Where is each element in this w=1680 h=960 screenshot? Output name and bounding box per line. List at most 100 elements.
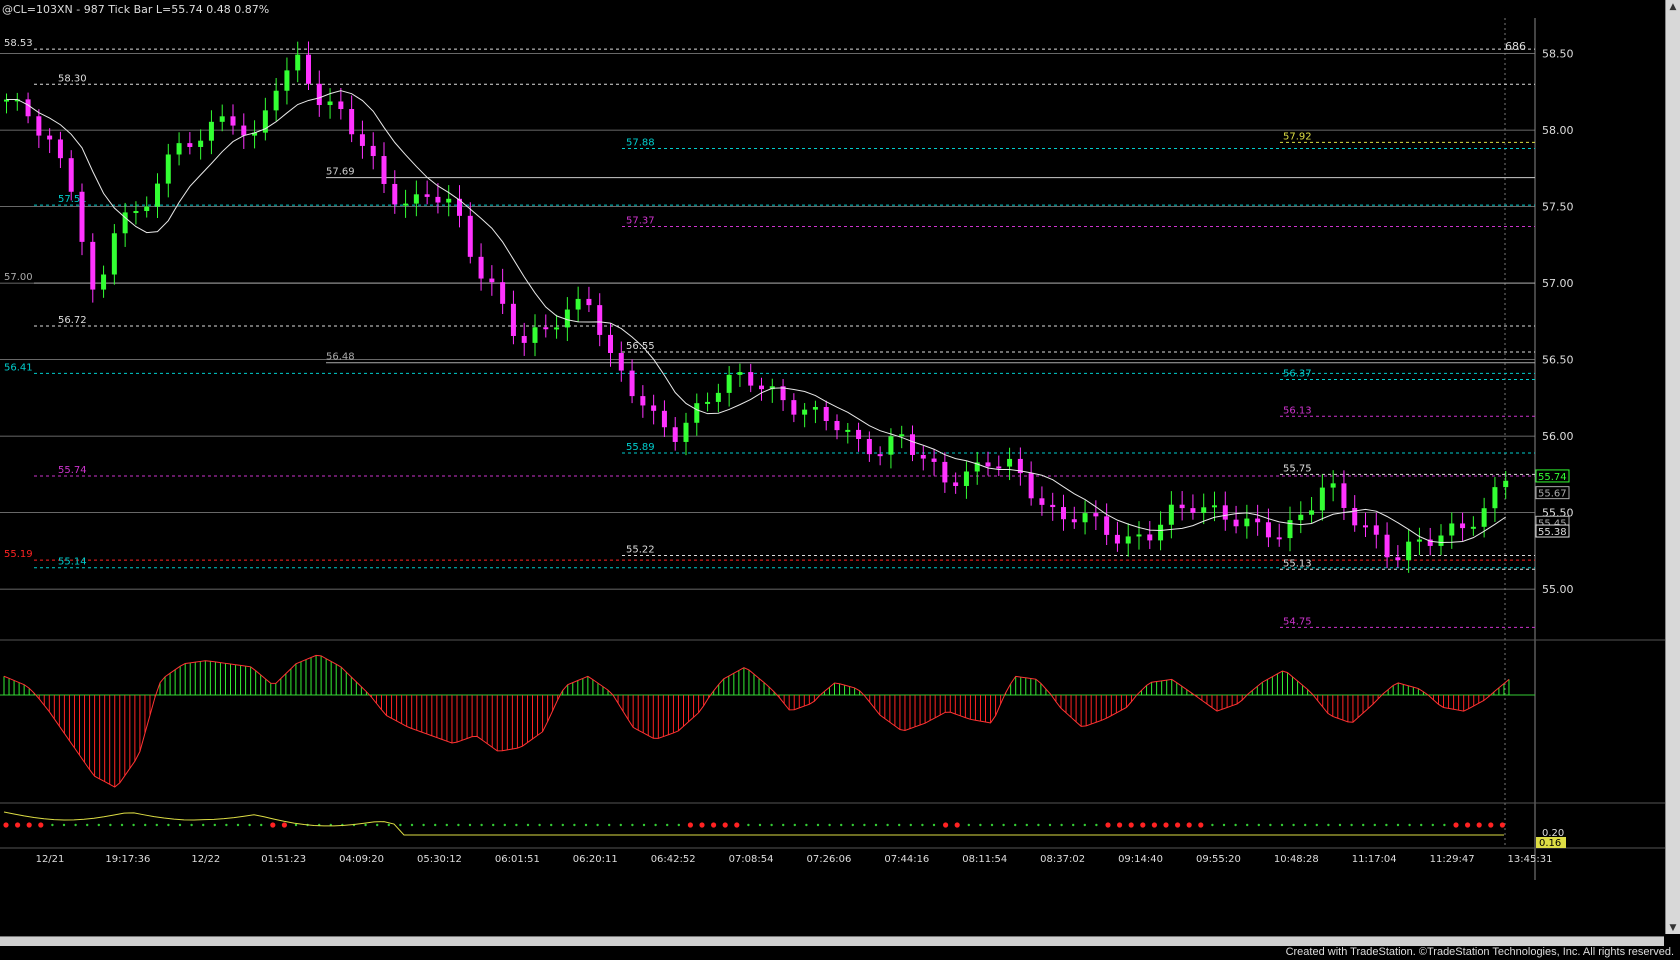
candle-up <box>1007 458 1013 467</box>
candle-down <box>543 327 549 330</box>
horizontal-scrollbar[interactable] <box>0 936 1664 946</box>
candle-up <box>1492 487 1498 509</box>
candle-up <box>1449 523 1455 536</box>
signal-dot <box>734 822 740 828</box>
candle-down <box>424 194 430 197</box>
candle-down <box>1395 557 1401 561</box>
signal-dot <box>1025 823 1029 827</box>
candle-up <box>101 274 107 290</box>
signal-dot <box>132 823 135 827</box>
signal-dot <box>642 823 646 827</box>
signal-dot <box>51 823 54 827</box>
candle-up <box>899 434 905 437</box>
x-tick-label: 04:09:20 <box>339 854 384 865</box>
level-label: 57.69 <box>326 167 355 178</box>
scroll-down-icon[interactable]: ▼ <box>1668 923 1678 933</box>
candle-down <box>349 109 355 135</box>
candle-down <box>996 466 1002 469</box>
signal-dot <box>260 823 263 827</box>
candle-down <box>629 370 635 397</box>
y-tick-label: 56.50 <box>1542 354 1574 367</box>
x-tick-label: 13:45:31 <box>1508 854 1553 865</box>
signal-dot <box>687 822 694 828</box>
candle-down <box>392 183 398 205</box>
x-tick-label: 12/21 <box>36 854 65 865</box>
candle-down <box>1179 504 1185 509</box>
level-label: 55.13 <box>1283 558 1312 569</box>
signal-dot <box>1362 823 1365 827</box>
candle-up <box>1406 541 1412 561</box>
candle-up <box>1212 505 1217 508</box>
price-marker-label: 55.38 <box>1538 527 1567 538</box>
candle-up <box>554 327 560 330</box>
candle-down <box>187 143 193 147</box>
candle-down <box>57 139 63 159</box>
signal-dot <box>1175 822 1181 828</box>
signal-dot <box>1095 823 1098 827</box>
signal-dot <box>921 823 924 827</box>
signal-dot <box>1151 822 1157 828</box>
candle-up <box>1438 535 1444 546</box>
level-label: 54.75 <box>1283 616 1312 627</box>
x-tick-label: 11:29:47 <box>1430 854 1475 865</box>
signal-dot <box>1488 822 1494 828</box>
candle-down <box>985 462 991 467</box>
signal-dot <box>1420 823 1423 827</box>
vertical-scrollbar[interactable]: ▲ ▼ <box>1665 0 1680 935</box>
signal-dot <box>816 823 820 827</box>
signal-dot <box>1060 823 1063 827</box>
x-tick-label: 07:44:16 <box>884 854 929 865</box>
candle-up <box>812 406 818 410</box>
level-label: 55.89 <box>626 442 655 453</box>
signal-dot <box>619 823 622 827</box>
candle-up <box>963 471 969 486</box>
signal-dot <box>561 823 564 827</box>
candle-down <box>661 410 667 428</box>
signal-dot <box>1083 823 1087 827</box>
candle-up <box>694 403 700 423</box>
signal-dot <box>631 823 634 827</box>
signal-dot <box>1072 823 1075 827</box>
candle-down <box>1460 523 1466 529</box>
oscillator-line <box>3 654 1510 788</box>
signal-dot <box>109 823 112 827</box>
candle-down <box>79 191 85 242</box>
signal-dot <box>1269 823 1272 827</box>
candle-down <box>316 83 322 106</box>
signal-dot <box>1350 823 1353 827</box>
x-tick-label: 19:17:36 <box>105 854 150 865</box>
candle-down <box>241 125 247 136</box>
signal-dot <box>1211 823 1214 827</box>
candle-up <box>1416 539 1422 542</box>
candle-up <box>1503 480 1509 488</box>
price-chart[interactable]: 58.5058.0057.5057.0056.5056.0055.5055.00… <box>0 0 1666 934</box>
signal-dot <box>225 823 228 827</box>
candle-up <box>1168 504 1174 525</box>
signal-dot <box>596 823 599 827</box>
candle-up <box>1244 518 1250 527</box>
candle-up <box>155 183 160 207</box>
signal-dot <box>376 823 379 827</box>
candle-down <box>521 335 527 343</box>
level-label: 55.19 <box>4 549 33 560</box>
candle-down <box>1255 518 1261 523</box>
price-marker-label: 55.67 <box>1538 489 1567 500</box>
candle-up <box>532 327 538 343</box>
candle-down <box>931 458 937 462</box>
signal-dot <box>666 823 669 827</box>
signal-dot <box>1117 822 1123 828</box>
candle-down <box>370 145 376 157</box>
signal-dot <box>144 823 147 827</box>
signal-dot <box>990 823 994 827</box>
signal-dot <box>270 822 276 828</box>
signal-dot <box>967 823 970 827</box>
signal-dot <box>1105 822 1111 828</box>
signal-dot <box>1431 823 1435 827</box>
scroll-up-icon[interactable]: ▲ <box>1668 2 1678 12</box>
signal-dot <box>202 823 205 827</box>
signal-dot <box>62 823 66 827</box>
y-tick-label: 58.50 <box>1542 48 1574 61</box>
signal-dot <box>480 823 483 827</box>
signal-dot <box>468 823 472 827</box>
signal-dot <box>1037 823 1040 827</box>
